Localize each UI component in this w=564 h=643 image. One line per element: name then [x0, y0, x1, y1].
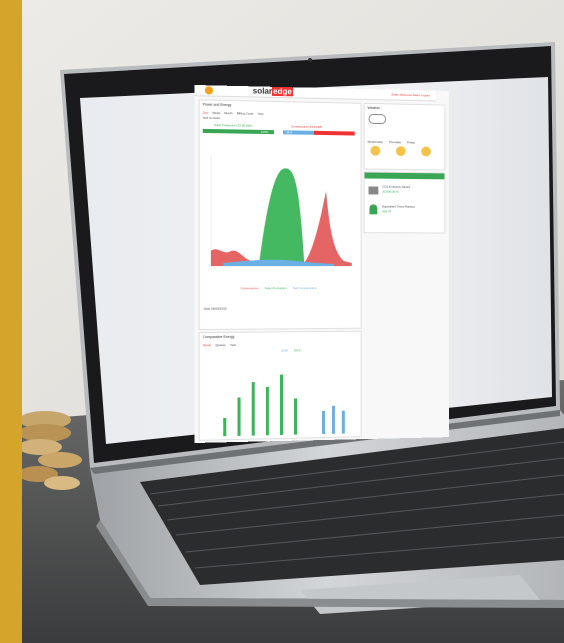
laptop-photo-scene: solaredge Share Welcome Adam Logout Powe…	[0, 0, 564, 643]
tab-month[interactable]: Month	[224, 111, 233, 115]
comparative-tabs: Month Quarter Year	[203, 343, 236, 347]
comparative-energy-panel: Comparative Energy Month Quarter Year 20…	[198, 330, 362, 441]
brand-right: edge	[272, 86, 293, 97]
power-energy-panel: Power and Energy Day Week Month Billing …	[198, 99, 362, 331]
tree-icon	[369, 204, 378, 215]
accent-bar	[0, 0, 22, 643]
solaredge-dashboard: solaredge Share Welcome Adam Logout Powe…	[194, 85, 450, 443]
consumption-label: Consumption 19.8 kWh	[291, 124, 323, 129]
bar	[341, 410, 345, 434]
brand-left: solar	[252, 86, 273, 96]
tab-billing[interactable]: Billing Cycle	[237, 111, 254, 115]
env-value1: 30,699.30 lb	[382, 189, 399, 194]
legend-self-consumption: Self Consumption	[292, 286, 317, 291]
env-item2: Equivalent Trees Planted	[382, 204, 415, 209]
weather-day-2: Thursday	[388, 140, 402, 145]
header-links[interactable]: Share Welcome Adam Logout	[391, 93, 430, 98]
bar	[223, 417, 227, 437]
env-title-bar: Environmental Benefits	[364, 172, 445, 187]
camera-dot	[308, 58, 312, 62]
power-chart	[203, 149, 354, 281]
sun-cloud-icon	[395, 146, 406, 157]
bar	[279, 374, 284, 435]
sun-cloud-icon	[421, 146, 431, 157]
env-value2: 556.76	[382, 209, 392, 214]
bar	[332, 406, 336, 435]
legend-solar-production: Solar Production	[264, 286, 287, 291]
weather-day-1: Wednesday	[367, 139, 384, 144]
comparative-legend: 2018 2019	[281, 348, 300, 352]
tab-year[interactable]: Year	[257, 112, 263, 116]
bar-blue-pct: 43%	[286, 130, 293, 135]
bar	[294, 398, 298, 435]
comparative-title: Comparative Energy	[202, 334, 235, 340]
tab-day[interactable]: Day	[203, 111, 208, 115]
legend-2018: 2018	[280, 348, 288, 353]
environmental-benefits-panel: Environmental Benefits CO2 Emission Save…	[363, 171, 446, 234]
brand-logo: solaredge	[252, 86, 293, 97]
bar	[321, 410, 326, 435]
weather-day-3: Friday	[406, 140, 416, 145]
consumption-bar	[283, 130, 355, 136]
date-label[interactable]: Date 06/04/2018	[204, 307, 227, 311]
bar	[265, 386, 269, 436]
env-item1: CO2 Emission Saved	[382, 184, 411, 189]
bar-green-pct: 100%	[260, 129, 269, 135]
cloud-icon	[368, 113, 387, 125]
sub-tab[interactable]: Self Consum.	[203, 116, 221, 120]
legend-2019: 2019	[293, 348, 301, 353]
chart-legend: Consumption Solar Production Self Consum…	[241, 286, 317, 290]
weather-title: Weather	[367, 105, 381, 111]
sun-cloud-icon	[370, 145, 381, 156]
tab-year-comp[interactable]: Year	[230, 343, 236, 347]
bar	[251, 382, 255, 436]
tab-quarter[interactable]: Quarter	[215, 343, 225, 347]
tab-month-comp[interactable]: Month	[203, 343, 212, 347]
factory-icon	[368, 186, 379, 195]
weather-days: Wednesday Thursday Friday	[368, 140, 416, 145]
weather-panel: Weather Wednesday Thursday Friday	[363, 102, 446, 171]
bar	[237, 397, 241, 436]
sun-logo-icon	[204, 86, 214, 95]
comparative-chart	[223, 374, 345, 437]
legend-consumption: Consumption	[240, 286, 259, 291]
tab-week[interactable]: Week	[212, 111, 220, 115]
solar-production-label: Solar Production 32.00 kWh	[214, 122, 253, 128]
power-section-title: Power and Energy	[202, 102, 232, 108]
solar-production-area	[258, 168, 305, 267]
